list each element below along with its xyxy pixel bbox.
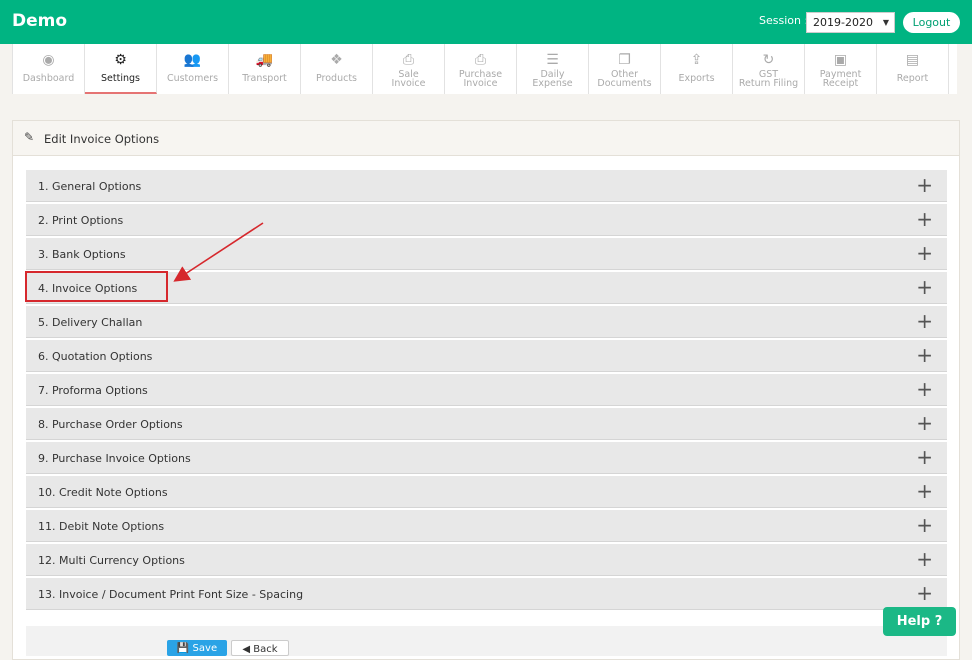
help-button[interactable]: Help ? — [883, 607, 956, 636]
annotation-arrow — [173, 222, 264, 282]
